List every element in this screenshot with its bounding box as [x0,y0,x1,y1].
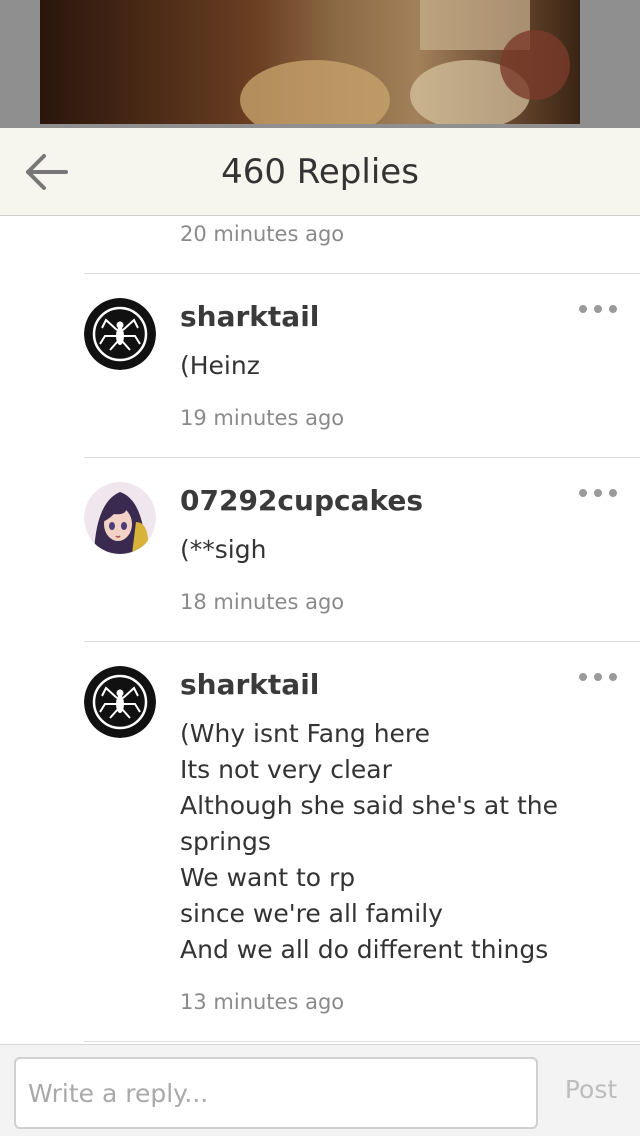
comment-item[interactable]: 07292cupcakes (**sigh 18 minutes ago [84,458,640,642]
page-title: 460 Replies [221,152,419,192]
more-options-button[interactable] [578,484,618,502]
more-horizontal-icon [579,305,617,313]
comment-item[interactable]: sharktail (Why isnt Fang here Its not ve… [84,642,640,1042]
more-options-button[interactable] [578,668,618,686]
more-horizontal-icon [579,489,617,497]
post-image [40,0,580,124]
comment-text: (Heinz [180,351,260,380]
comment-timestamp: 13 minutes ago [180,990,345,1014]
more-horizontal-icon [579,673,617,681]
spider-emblem-avatar[interactable] [84,666,156,738]
comment-username[interactable]: sharktail [180,668,319,701]
comment-text: (Why isnt Fang here Its not very clear A… [180,719,558,964]
more-options-button[interactable] [578,300,618,318]
replies-header: 460 Replies [0,128,640,216]
comment-timestamp: 18 minutes ago [180,590,345,614]
post-button[interactable]: Post [556,1075,626,1104]
divider [84,1041,640,1042]
previous-comment-timestamp: 20 minutes ago [180,222,345,246]
comment-username[interactable]: 07292cupcakes [180,484,423,517]
reply-input[interactable] [14,1057,538,1129]
replies-list[interactable]: 20 minutes ago sharktail (Heinz 19 minut… [0,216,640,1044]
comment-item[interactable]: sharktail (Heinz 19 minutes ago [84,274,640,458]
spider-emblem-avatar[interactable] [84,298,156,370]
comment-timestamp: 19 minutes ago [180,406,345,430]
post-image-backdrop [0,0,640,128]
anime-girl-avatar[interactable] [84,482,156,554]
comment-text: (**sigh [180,535,267,564]
comment-username[interactable]: sharktail [180,300,319,333]
reply-composer: Post [0,1044,640,1136]
